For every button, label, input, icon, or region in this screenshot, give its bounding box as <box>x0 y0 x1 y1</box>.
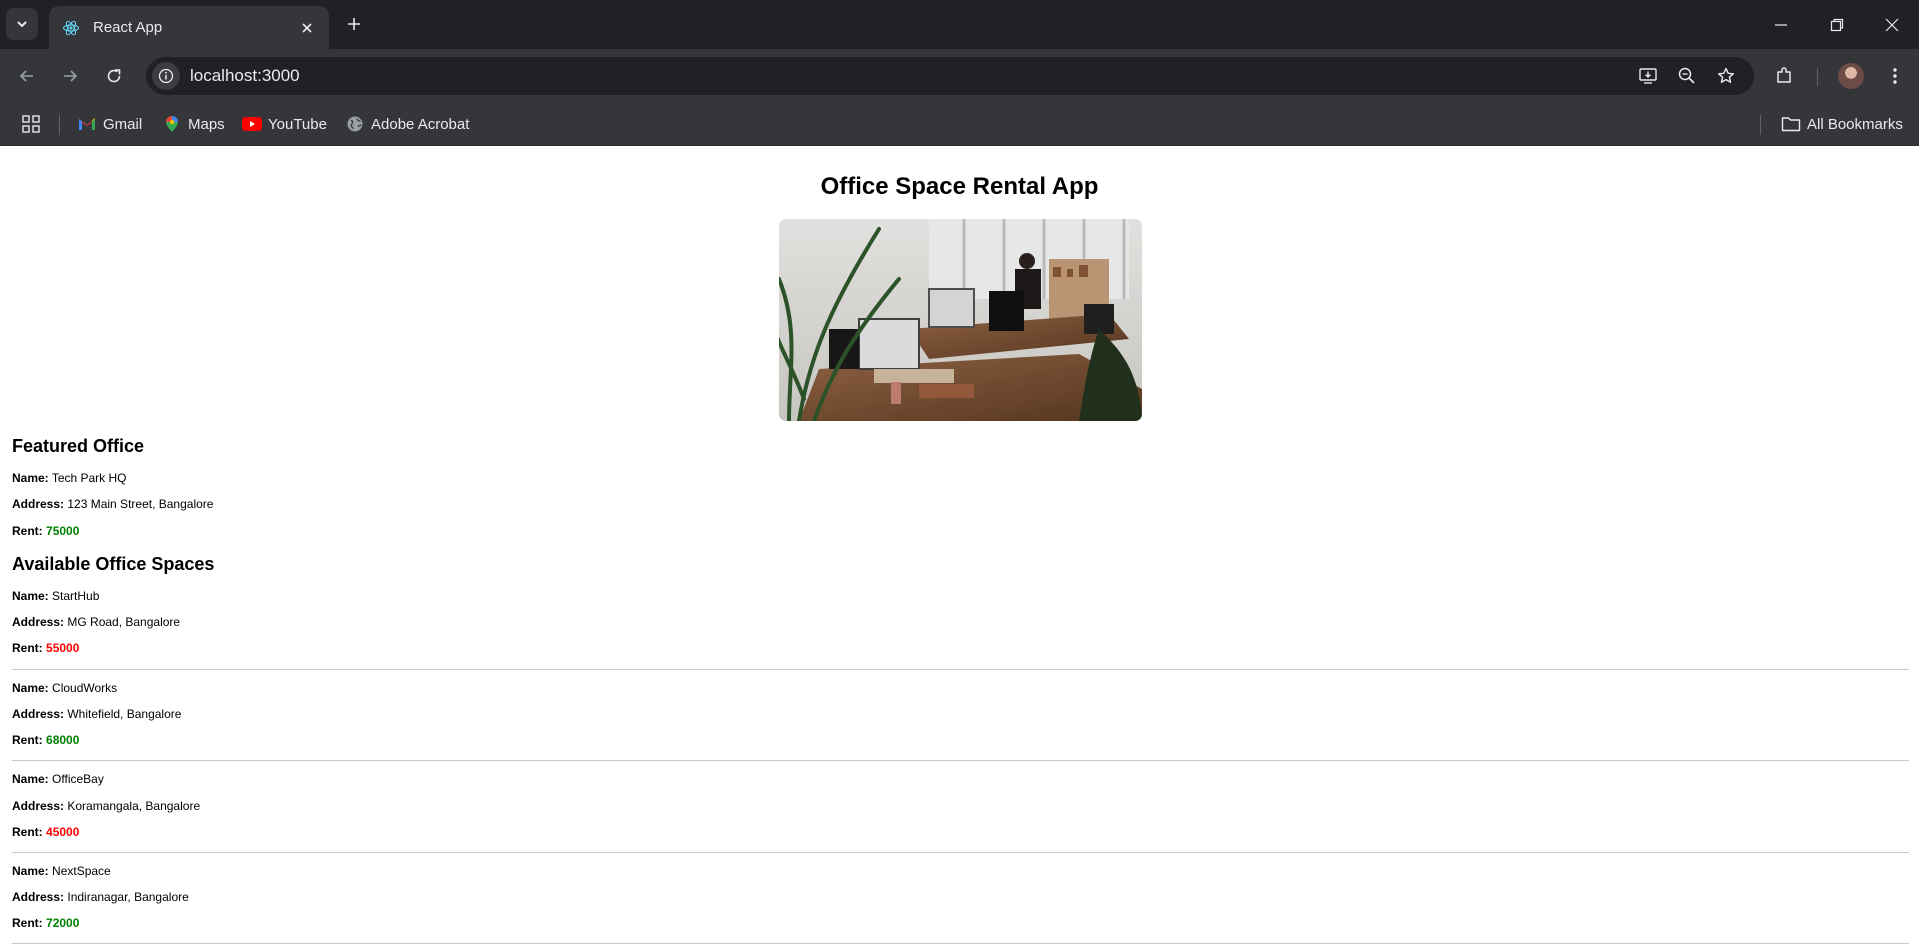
all-bookmarks-label: All Bookmarks <box>1807 115 1903 133</box>
address-label: Address: <box>12 707 65 721</box>
gmail-icon <box>77 114 97 134</box>
rent-value: 72000 <box>46 916 80 930</box>
rent-label: Rent: <box>12 916 43 930</box>
install-app-icon[interactable] <box>1636 64 1660 88</box>
name-value: CloudWorks <box>52 681 118 695</box>
name-value: NextSpace <box>52 864 111 878</box>
minimize-icon[interactable] <box>1753 0 1809 49</box>
tab-search-button[interactable] <box>6 8 38 40</box>
office-rent: Rent: 45000 <box>12 825 79 839</box>
bookmark-label: Gmail <box>103 115 143 133</box>
office-rent: Rent: 68000 <box>12 733 79 747</box>
bookmark-label: Maps <box>188 115 225 133</box>
maps-pin-icon <box>162 114 182 134</box>
office-name: Name: OfficeBay <box>12 772 104 786</box>
profile-avatar[interactable] <box>1838 63 1864 89</box>
office-name: Name: NextSpace <box>12 864 111 878</box>
bookmark-label: YouTube <box>268 115 327 133</box>
bookmark-adobe-acrobat[interactable]: Adobe Acrobat <box>345 113 469 135</box>
back-icon[interactable] <box>11 60 43 92</box>
name-value: OfficeBay <box>52 772 104 786</box>
rent-value: 68000 <box>46 733 80 747</box>
bookmark-maps[interactable]: Maps <box>162 113 225 135</box>
bookmark-label: Adobe Acrobat <box>371 115 470 133</box>
youtube-icon <box>242 114 262 134</box>
name-value: Tech Park HQ <box>51 471 127 485</box>
active-tab[interactable]: React App <box>49 6 329 49</box>
featured-name: Name: Tech Park HQ <box>12 471 127 485</box>
name-label: Name: <box>12 864 49 878</box>
address-label: Address: <box>12 497 65 511</box>
address-value: Koramangala, Bangalore <box>67 799 201 813</box>
close-tab-icon[interactable] <box>297 18 317 38</box>
address-value: Indiranagar, Bangalore <box>67 890 189 904</box>
name-label: Name: <box>12 772 49 786</box>
chevron-down-icon <box>17 21 27 28</box>
office-address: Address: Whitefield, Bangalore <box>12 707 181 721</box>
address-bar[interactable]: localhost:3000 <box>146 57 1754 95</box>
office-divider <box>12 760 1909 761</box>
featured-address: Address: 123 Main Street, Bangalore <box>12 497 213 511</box>
more-menu-icon[interactable] <box>1883 64 1907 88</box>
bookmarks-bar: Gmail Maps YouTube Adobe Acrobat All Boo… <box>0 103 1919 146</box>
office-image <box>779 219 1142 421</box>
all-bookmarks-button[interactable]: All Bookmarks <box>1781 113 1903 135</box>
reload-icon[interactable] <box>98 60 130 92</box>
rent-value: 45000 <box>46 825 80 839</box>
address-value: 123 Main Street, Bangalore <box>67 497 214 511</box>
browser-toolbar: localhost:3000 <box>0 49 1919 103</box>
react-icon <box>61 18 81 38</box>
name-value: StartHub <box>52 589 100 603</box>
address-label: Address: <box>12 799 65 813</box>
name-label: Name: <box>12 681 49 695</box>
rent-label: Rent: <box>12 825 43 839</box>
folder-icon <box>1781 114 1801 134</box>
rent-label: Rent: <box>12 524 43 538</box>
office-rent: Rent: 55000 <box>12 641 79 655</box>
address-value: Whitefield, Bangalore <box>67 707 182 721</box>
new-tab-icon[interactable] <box>340 10 368 38</box>
bookmark-star-icon[interactable] <box>1714 64 1738 88</box>
tab-title: React App <box>93 19 163 36</box>
name-label: Name: <box>12 471 49 485</box>
apps-icon[interactable] <box>22 113 40 135</box>
site-info-icon[interactable] <box>152 62 180 90</box>
office-name: Name: StartHub <box>12 589 99 603</box>
featured-heading: Featured Office <box>12 436 145 456</box>
restore-icon[interactable] <box>1809 0 1865 49</box>
office-rent: Rent: 72000 <box>12 916 79 930</box>
page-content: Office Space Rental App Featured Office … <box>0 146 1919 946</box>
bookmark-youtube[interactable]: YouTube <box>242 113 327 135</box>
address-value: MG Road, Bangalore <box>67 615 181 629</box>
rent-label: Rent: <box>12 641 43 655</box>
office-name: Name: CloudWorks <box>12 681 117 695</box>
bookmarks-divider <box>59 115 60 135</box>
office-address: Address: Koramangala, Bangalore <box>12 799 200 813</box>
tab-strip: React App <box>0 0 1919 49</box>
forward-icon[interactable] <box>54 60 86 92</box>
office-address: Address: Indiranagar, Bangalore <box>12 890 189 904</box>
url-text[interactable]: localhost:3000 <box>190 66 300 86</box>
bookmarks-divider <box>1760 115 1761 135</box>
featured-rent: Rent: 75000 <box>12 524 79 538</box>
page-title: Office Space Rental App <box>820 173 1099 200</box>
zoom-icon[interactable] <box>1675 64 1699 88</box>
office-divider <box>12 943 1909 944</box>
globe-icon <box>345 114 365 134</box>
extensions-icon[interactable] <box>1772 64 1796 88</box>
rent-value: 55000 <box>46 641 80 655</box>
bookmark-gmail[interactable]: Gmail <box>77 113 142 135</box>
office-divider <box>12 852 1909 853</box>
office-address: Address: MG Road, Bangalore <box>12 615 180 629</box>
available-heading: Available Office Spaces <box>12 554 215 574</box>
address-label: Address: <box>12 615 65 629</box>
rent-value: 75000 <box>46 524 80 538</box>
address-label: Address: <box>12 890 65 904</box>
toolbar-divider <box>1817 68 1818 86</box>
name-label: Name: <box>12 589 49 603</box>
rent-label: Rent: <box>12 733 43 747</box>
close-window-icon[interactable] <box>1864 0 1919 49</box>
office-divider <box>12 669 1909 670</box>
